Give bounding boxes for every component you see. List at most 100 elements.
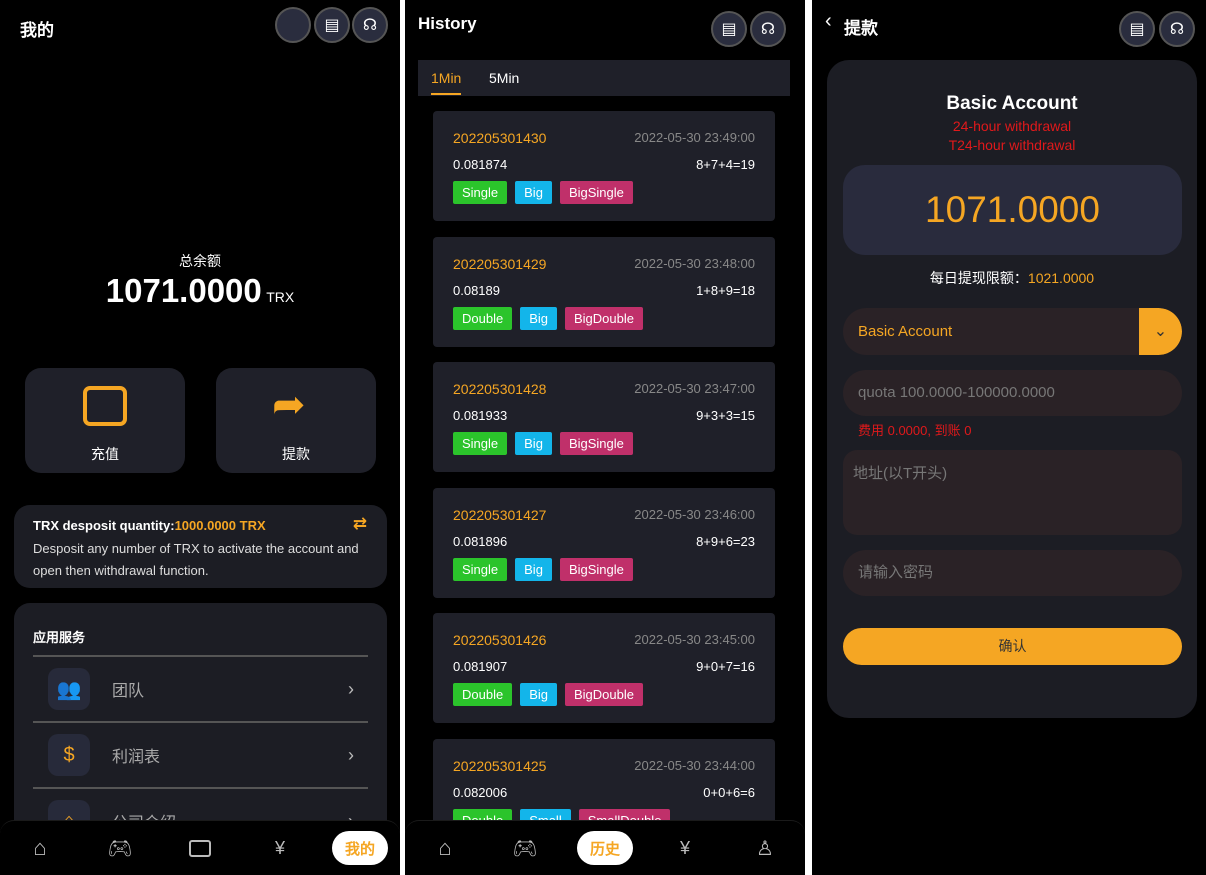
record-sum: 0+0+6=6 (703, 784, 755, 800)
record-time: 2022-05-30 23:47:00 (634, 381, 755, 396)
record-tags: Single Big BigSingle (453, 181, 633, 204)
fee-text: 费用 0.0000, 到账 0 (858, 423, 972, 438)
support-button[interactable]: ☊ (352, 7, 388, 43)
record-tags: Double Big BigDouble (453, 683, 643, 706)
service-item-team[interactable]: 👥 团队 › (33, 655, 368, 721)
result-tag: BigDouble (565, 683, 643, 706)
avatar[interactable] (275, 7, 311, 43)
result-tag: Single (453, 557, 508, 581)
chevron-right-icon: › (348, 678, 354, 699)
deposit-button[interactable]: 充值 (25, 368, 185, 473)
back-button[interactable]: ‹ (825, 10, 832, 33)
account-select[interactable]: Basic Account ⌄ (843, 308, 1182, 355)
record-value: 0.081907 (453, 659, 508, 674)
interval-tabs: 1Min 5Min (418, 60, 790, 96)
result-tag: Big (520, 683, 557, 706)
result-tag: Big (515, 557, 552, 581)
withdraw-screen: ‹ 提款 ▤ ☊ Basic Account 24-hour withdrawa… (812, 0, 1206, 875)
user-icon: ♙ (756, 837, 774, 860)
deposit-label: 充值 (91, 446, 119, 462)
home-icon: ⌂ (33, 835, 47, 860)
result-tag: Big (515, 432, 552, 455)
support-button[interactable]: ☊ (750, 11, 786, 47)
nav-home[interactable]: ⌂ (417, 831, 473, 865)
share-arrow-icon: ➦ (272, 383, 306, 427)
record-tags: Double Big BigDouble (453, 306, 643, 330)
record-sum: 1+8+9=18 (696, 282, 755, 298)
record-value: 0.081896 (453, 533, 508, 549)
limit-value: 1021.0000 (1027, 270, 1095, 286)
account-select-value: Basic Account (858, 323, 953, 340)
deposit-notice: TRX desposit quantity:1000.0000 TRX ⇄ De… (14, 505, 387, 588)
services-title: 应用服务 (33, 630, 86, 645)
page-title: 我的 (20, 21, 54, 40)
nav-wallet[interactable] (172, 831, 228, 865)
wallet-icon (83, 386, 127, 426)
nav-mine[interactable]: 我的 (332, 831, 388, 865)
headset-icon: ☊ (1169, 21, 1185, 38)
record-tags: Single Big BigSingle (453, 557, 633, 581)
record-id: 202205301425 (453, 757, 547, 774)
tab-1min[interactable]: 1Min (431, 70, 462, 95)
record-id: 202205301429 (453, 255, 547, 272)
confirm-button[interactable]: 确认 (843, 628, 1182, 665)
record-value: 0.081933 (453, 408, 508, 423)
record-id: 202205301428 (453, 381, 547, 397)
support-button[interactable]: ☊ (1159, 11, 1195, 47)
service-item-profit[interactable]: $ 利润表 › (33, 721, 368, 787)
record-time: 2022-05-30 23:46:00 (634, 506, 755, 522)
address-input[interactable]: 地址(以T开头) (843, 450, 1182, 535)
password-input[interactable]: 请输入密码 (843, 550, 1182, 596)
record-id: 202205301426 (453, 632, 547, 648)
record-sum: 9+3+3=15 (696, 408, 755, 423)
result-tag: Big (515, 181, 552, 204)
notice-text: Desposit any number of TRX to activate t… (33, 541, 359, 578)
limit-label: 每日提现限额： (929, 270, 1028, 286)
team-icon: 👥 (48, 668, 90, 710)
money-bag-icon: ¥ (679, 837, 690, 858)
nav-finance[interactable]: ¥ (657, 831, 713, 865)
nav-games[interactable]: 🎮︎ (497, 831, 553, 865)
wallet-icon (189, 839, 211, 857)
result-tag: Double (453, 683, 513, 706)
chevron-left-icon: ‹ (825, 10, 832, 32)
nav-home[interactable]: ⌂ (12, 831, 68, 865)
quota-input[interactable]: quota 100.0000-100000.0000 (843, 370, 1182, 416)
withdraw-note-1: 24-hour withdrawal (952, 118, 1072, 134)
result-tag: Single (453, 181, 508, 204)
record-time: 2022-05-30 23:49:00 (634, 130, 755, 145)
withdraw-button[interactable]: ➦ 提款 (216, 368, 376, 473)
history-record: 202205301428 2022-05-30 23:47:00 0.081933 9… (433, 362, 775, 472)
history-record: 202205301426 2022-05-30 23:45:00 0.081907 9… (433, 613, 775, 723)
result-tag: BigSingle (559, 432, 633, 455)
message-button[interactable]: ▤ (1119, 11, 1155, 47)
record-time: 2022-05-30 23:44:00 (634, 757, 755, 773)
message-button[interactable]: ▤ (711, 11, 747, 47)
service-label: 团队 (112, 683, 145, 700)
result-tag: Double (453, 306, 513, 330)
bottom-nav: ⌂ 🎮︎ 历史 ¥ ♙ (405, 820, 805, 875)
record-value: 0.08189 (453, 282, 500, 298)
page-title: 提款 (844, 19, 878, 38)
nav-games[interactable]: 🎮︎ (92, 831, 148, 865)
record-time: 2022-05-30 23:45:00 (634, 632, 755, 647)
gamepad-icon: 🎮︎ (107, 837, 133, 860)
tab-5min[interactable]: 5Min (489, 70, 519, 86)
result-tag: BigDouble (565, 306, 643, 330)
result-tag: BigSingle (559, 181, 633, 204)
record-sum: 9+0+7=16 (696, 659, 755, 674)
result-tag: Big (520, 306, 557, 330)
headset-icon: ☊ (362, 17, 378, 34)
nav-finance[interactable]: ¥ (252, 831, 308, 865)
balance-amount: 1071.0000 (105, 272, 262, 309)
nav-history[interactable]: 历史 (577, 831, 633, 865)
bottom-nav: ⌂ 🎮︎ ¥ 我的 (0, 820, 400, 875)
record-sum: 8+7+4=19 (696, 157, 755, 172)
refresh-icon[interactable]: ⇄ (353, 514, 367, 534)
result-tag: BigSingle (559, 557, 633, 581)
history-record: 202205301427 2022-05-30 23:46:00 0.081896 8… (433, 487, 775, 598)
notice-amount: 1000.0000 TRX (174, 518, 266, 533)
message-button[interactable]: ▤ (314, 7, 350, 43)
home-icon: ⌂ (438, 835, 452, 860)
nav-user[interactable]: ♙ (737, 831, 793, 865)
